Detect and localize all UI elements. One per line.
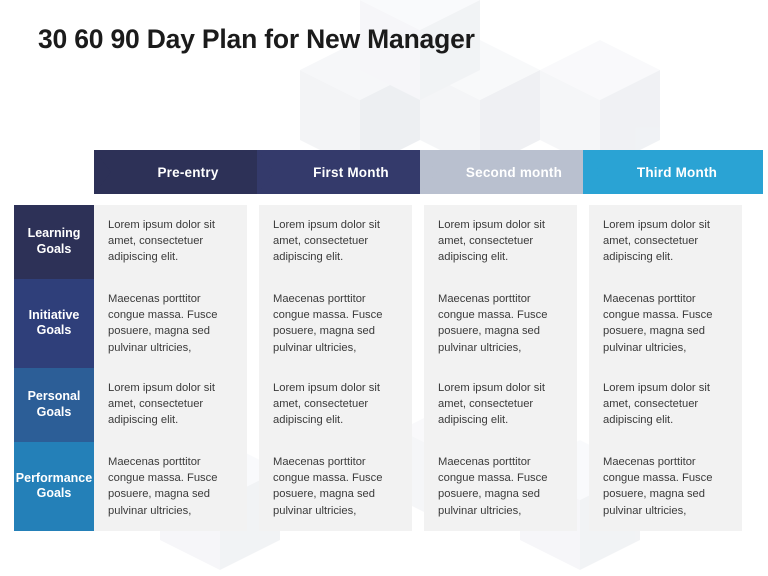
cell-learning-pre-entry: Lorem ipsum dolor sit amet, consectetuer…: [94, 205, 247, 279]
phase-chevron-second-month[interactable]: Second month: [420, 150, 600, 194]
cell-personal-pre-entry: Lorem ipsum dolor sit amet, consectetuer…: [94, 367, 247, 442]
slide-canvas: 30 60 90 Day Plan for New Manager Pre-en…: [0, 0, 768, 576]
phase-chevron-third-month[interactable]: Third Month: [583, 150, 763, 194]
plan-diagram: Pre-entry First Month Second month Third…: [14, 150, 763, 531]
cell-performance-pre-entry: Maecenas porttitor congue massa. Fusce p…: [94, 441, 247, 531]
row-label-line1: Personal: [27, 389, 81, 404]
cell-performance-first-month: Maecenas porttitor congue massa. Fusce p…: [259, 441, 412, 531]
row-label-line1: Learning: [27, 226, 81, 241]
cell-initiative-first-month: Maecenas porttitor congue massa. Fusce p…: [259, 279, 412, 368]
page-title: 30 60 90 Day Plan for New Manager: [38, 24, 475, 54]
row-label-line2: Goals: [36, 323, 72, 338]
cell-learning-second-month: Lorem ipsum dolor sit amet, consectetuer…: [424, 205, 577, 279]
phase-label: First Month: [313, 164, 389, 180]
row-label-line1: Initiative: [28, 307, 80, 322]
row-label-initiative-goals: Initiative Goals: [14, 279, 94, 368]
phase-chevron-first-month[interactable]: First Month: [257, 150, 437, 194]
cell-initiative-pre-entry: Maecenas porttitor congue massa. Fusce p…: [94, 279, 247, 368]
cell-initiative-second-month: Maecenas porttitor congue massa. Fusce p…: [424, 279, 577, 368]
cell-performance-second-month: Maecenas porttitor congue massa. Fusce p…: [424, 441, 577, 531]
phase-label: Third Month: [636, 164, 718, 180]
row-label-line2: Goals: [36, 404, 72, 419]
row-label-personal-goals: Personal Goals: [14, 367, 94, 442]
cell-personal-second-month: Lorem ipsum dolor sit amet, consectetuer…: [424, 367, 577, 442]
row-label-line2: Goals: [36, 486, 72, 501]
phase-chevron-pre-entry[interactable]: Pre-entry: [94, 150, 274, 194]
cell-initiative-third-month: Maecenas porttitor congue massa. Fusce p…: [589, 279, 742, 368]
row-label-learning-goals: Learning Goals: [14, 205, 94, 279]
cell-performance-third-month: Maecenas porttitor congue massa. Fusce p…: [589, 441, 742, 531]
cell-personal-first-month: Lorem ipsum dolor sit amet, consectetuer…: [259, 367, 412, 442]
phase-label: Pre-entry: [157, 164, 219, 180]
goals-grid: Learning Goals Lorem ipsum dolor sit ame…: [14, 205, 754, 531]
row-label-performance-goals: Performance Goals: [14, 441, 94, 531]
cell-learning-third-month: Lorem ipsum dolor sit amet, consectetuer…: [589, 205, 742, 279]
phase-label: Second month: [465, 164, 563, 180]
row-label-line2: Goals: [36, 242, 72, 256]
cell-learning-first-month: Lorem ipsum dolor sit amet, consectetuer…: [259, 205, 412, 279]
row-label-line1: Performance: [15, 470, 93, 485]
cell-personal-third-month: Lorem ipsum dolor sit amet, consectetuer…: [589, 367, 742, 442]
phase-chevron-row: Pre-entry First Month Second month Third…: [94, 150, 763, 194]
